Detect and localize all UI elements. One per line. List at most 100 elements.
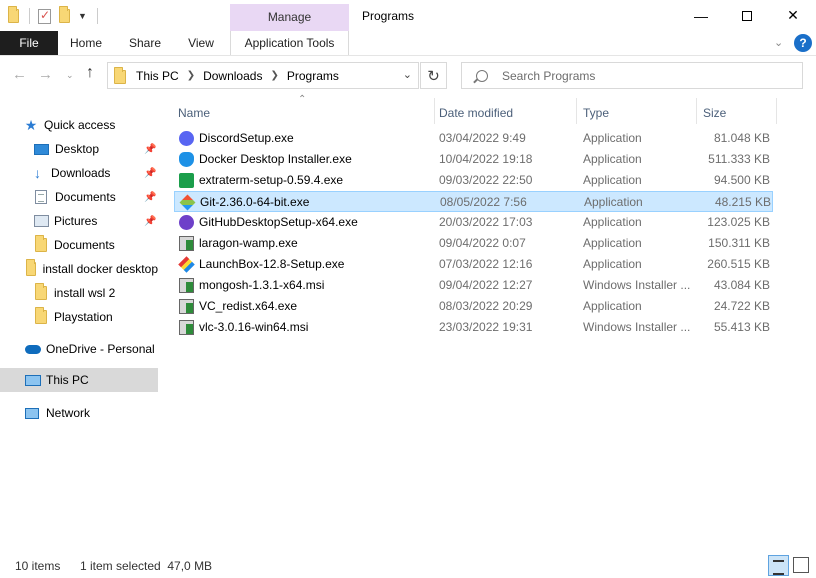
file-row[interactable]: extraterm-setup-0.59.4.exe 09/03/2022 22… [174,170,773,191]
file-name: GitHubDesktopSetup-x64.exe [199,215,358,229]
file-row-selected[interactable]: Git-2.36.0-64-bit.exe 08/05/2022 7:56 Ap… [174,191,773,212]
file-date: 23/03/2022 19:31 [439,320,533,334]
address-dropdown-chevron-icon[interactable]: ⌄ [403,68,412,81]
sidebar-item-documents-pinned[interactable]: Documents 📌 [0,185,158,209]
sidebar-item-install-wsl-2[interactable]: install wsl 2 [0,281,158,305]
sidebar-item-playstation[interactable]: Playstation [0,305,158,329]
refresh-button[interactable]: ↻ [420,62,447,89]
forward-arrow-icon[interactable]: → [38,66,53,83]
sidebar-item-pictures[interactable]: Pictures 📌 [0,209,158,233]
recent-locations-chevron-icon[interactable]: ⌄ [66,70,74,81]
tab-application-tools[interactable]: Application Tools [230,31,349,55]
tab-home[interactable]: Home [62,31,110,55]
file-name: LaunchBox-12.8-Setup.exe [199,257,345,271]
search-input[interactable]: Search Programs [461,62,803,89]
breadcrumb-downloads[interactable]: Downloads [203,69,262,83]
close-button[interactable]: ✕ [770,0,816,31]
ribbon-tabs: File Home Share View Application Tools ⌄… [0,31,816,56]
sidebar-item-network[interactable]: Network [0,401,158,425]
file-row[interactable]: Docker Desktop Installer.exe 10/04/2022 … [174,149,773,170]
sidebar-item-this-pc[interactable]: This PC [0,368,158,392]
file-size: 511.333 KB [708,152,770,166]
file-row[interactable]: mongosh-1.3.1-x64.msi 09/04/2022 12:27 W… [174,275,773,296]
navigation-bar: ← → ⌄ ↑ This PC ❯ Downloads ❯ Programs ⌄… [0,56,816,96]
pin-icon[interactable]: 📌 [144,216,156,227]
file-date: 10/04/2022 19:18 [439,152,533,166]
minimize-button[interactable]: — [678,0,724,31]
file-name: mongosh-1.3.1-x64.msi [199,278,325,292]
pin-icon[interactable]: 📌 [144,192,156,203]
folder-icon [35,235,47,252]
expand-ribbon-chevron-icon[interactable]: ⌄ [774,36,783,49]
column-divider[interactable] [434,98,435,124]
breadcrumb-chevron-icon[interactable]: ❯ [270,70,278,81]
tab-view[interactable]: View [180,31,222,55]
desktop-icon [34,143,49,155]
navigation-pane: ★ Quick access Desktop 📌 ↓ Downloads 📌 D… [0,106,160,420]
column-header-name[interactable]: Name [178,102,210,124]
column-divider[interactable] [576,98,577,124]
breadcrumb-this-pc[interactable]: This PC [136,69,179,83]
tab-file[interactable]: File [0,31,58,55]
sidebar-item-onedrive[interactable]: OneDrive - Personal [0,337,158,361]
item-count: 10 items [15,559,61,573]
sidebar-item-label: install wsl 2 [54,286,116,300]
maximize-button[interactable] [724,0,770,31]
column-divider[interactable] [696,98,697,124]
sidebar-item-label: Playstation [54,310,113,324]
pin-icon[interactable]: 📌 [144,168,156,179]
column-divider[interactable] [776,98,777,124]
this-pc-icon [25,374,41,386]
pin-icon[interactable]: 📌 [144,144,156,155]
file-row[interactable]: VC_redist.x64.exe 08/03/2022 20:29 Appli… [174,296,773,317]
sidebar-item-install-docker-desktop[interactable]: install docker desktop [0,257,158,281]
extraterm-icon [179,173,194,188]
tab-share[interactable]: Share [122,31,168,55]
customize-toolbar-chevron-icon[interactable]: ▼ [78,11,87,21]
file-row[interactable]: DiscordSetup.exe 03/04/2022 9:49 Applica… [174,128,773,149]
window-title: Programs [362,9,415,23]
status-bar: 10 items 1 item selected 47,0 MB [0,556,816,578]
toolbar-divider [96,8,98,24]
sidebar-item-documents-folder[interactable]: Documents [0,233,158,257]
breadcrumb-programs[interactable]: Programs [287,69,339,83]
breadcrumb-chevron-icon[interactable]: ❯ [187,70,195,81]
sidebar-item-label: install docker desktop [42,262,158,276]
file-date: 09/04/2022 0:07 [439,236,526,250]
file-date: 20/03/2022 17:03 [439,215,533,229]
back-arrow-icon[interactable]: ← [12,66,27,83]
file-date: 08/05/2022 7:56 [440,195,527,209]
file-type: Windows Installer ... [583,320,691,334]
file-date: 09/03/2022 22:50 [439,173,533,187]
network-icon [25,407,39,419]
column-header-date-modified[interactable]: Date modified [439,102,513,124]
large-icons-view-button[interactable] [793,557,809,573]
file-size: 81.048 KB [713,131,770,145]
file-type: Application [583,215,642,229]
file-size: 24.722 KB [713,299,770,313]
installer-icon [179,236,194,251]
file-size: 48.215 KB [714,195,771,209]
properties-icon[interactable] [38,8,51,24]
file-size: 150.311 KB [708,236,770,250]
help-icon[interactable]: ? [794,34,812,52]
file-date: 08/03/2022 20:29 [439,299,533,313]
file-size: 94.500 KB [713,173,770,187]
manage-contextual-tab[interactable]: Manage [230,4,349,31]
sidebar-item-desktop[interactable]: Desktop 📌 [0,137,158,161]
column-header-size[interactable]: Size [703,102,726,124]
file-size: 55.413 KB [713,320,770,334]
details-view-button[interactable] [768,555,789,576]
file-row[interactable]: laragon-wamp.exe 09/04/2022 0:07 Applica… [174,233,773,254]
new-folder-icon[interactable] [59,6,70,23]
address-bar[interactable]: This PC ❯ Downloads ❯ Programs ⌄ [107,62,419,89]
sidebar-item-quick-access[interactable]: ★ Quick access [0,113,158,137]
column-header-type[interactable]: Type [583,102,609,124]
file-row[interactable]: vlc-3.0.16-win64.msi 23/03/2022 19:31 Wi… [174,317,773,338]
file-row[interactable]: LaunchBox-12.8-Setup.exe 07/03/2022 12:1… [174,254,773,275]
sidebar-item-downloads[interactable]: ↓ Downloads 📌 [0,161,158,185]
search-icon [476,69,488,82]
up-arrow-icon[interactable]: ↑ [86,64,94,82]
file-row[interactable]: GitHubDesktopSetup-x64.exe 20/03/2022 17… [174,212,773,233]
folder-icon [8,6,19,23]
